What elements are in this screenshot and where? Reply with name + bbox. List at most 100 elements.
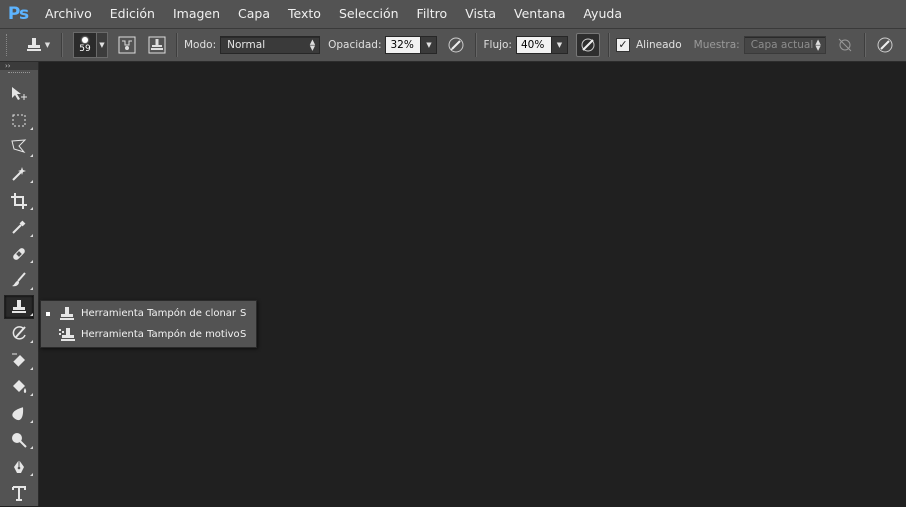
menu-bar: Ps Archivo Edición Imagen Capa Texto Sel…: [0, 0, 906, 29]
flyout-item-label: Herramienta Tampón de clonar: [81, 308, 237, 319]
brush-icon: [12, 272, 26, 287]
healing-brush-tool[interactable]: [0, 241, 38, 268]
toggle-brush-panel-button[interactable]: [116, 34, 138, 56]
toolbox-grip[interactable]: [8, 72, 30, 79]
sample-value: Capa actual: [750, 39, 814, 51]
more-tools-indicator: [30, 366, 33, 370]
more-tools-indicator: [30, 472, 33, 476]
clone-source-icon: [148, 36, 166, 54]
crop-tool[interactable]: [0, 187, 38, 214]
more-tools-indicator: [30, 446, 33, 450]
checkmark-icon: ✓: [618, 38, 628, 51]
sample-select[interactable]: Capa actual ▲ ▼: [743, 36, 826, 54]
flow-input[interactable]: 40%: [515, 36, 552, 54]
airbrush-toggle-button[interactable]: [575, 33, 600, 57]
crop-icon: [11, 192, 27, 209]
chevron-down-icon: ▼: [99, 41, 105, 49]
lasso-tool[interactable]: [0, 134, 38, 161]
menu-edicion[interactable]: Edición: [101, 0, 164, 28]
mode-value: Normal: [227, 39, 266, 51]
mode-label: Modo:: [184, 39, 217, 51]
magic-wand-tool[interactable]: [0, 161, 38, 188]
toolbox: ››: [0, 62, 39, 506]
updown-arrows-icon: ▲ ▼: [309, 38, 316, 52]
opacity-slider-button[interactable]: ▼: [421, 36, 438, 54]
chevron-down-icon: ▼: [556, 41, 563, 49]
menu-seleccion[interactable]: Selección: [330, 0, 408, 28]
brush-panel-icon: [118, 36, 136, 54]
more-tools-indicator: [30, 153, 33, 157]
rect-marquee-icon: [12, 114, 26, 127]
dodge-icon: [12, 433, 27, 448]
pressure-opacity-button[interactable]: [445, 34, 467, 56]
menu-texto[interactable]: Texto: [279, 0, 330, 28]
toolbox-collapse-button[interactable]: ››: [0, 62, 38, 70]
options-bar: ▼ 59 ▼ Modo: Normal ▲ ▼ Opacidad: 32% ▼ F…: [0, 29, 906, 62]
aligned-checkbox[interactable]: ✓: [615, 38, 630, 52]
brush-preset-dropdown[interactable]: ▼: [97, 32, 108, 58]
stamp-icon: [60, 306, 74, 320]
separator: [863, 33, 866, 57]
move-tool[interactable]: [0, 81, 38, 108]
options-bar-grip[interactable]: [6, 34, 13, 56]
paint-bucket-icon: [13, 379, 27, 393]
pressure-pen-icon: [448, 37, 464, 53]
brush-tip-icon: [82, 36, 88, 43]
more-tools-indicator: [30, 180, 33, 184]
menu-ayuda[interactable]: Ayuda: [574, 0, 631, 28]
opacity-input[interactable]: 32%: [385, 36, 422, 54]
menu-capa[interactable]: Capa: [229, 0, 279, 28]
flyout-item-clone-stamp[interactable]: Herramienta Tampón de clonar S: [41, 303, 256, 324]
move-icon: [12, 87, 27, 101]
ignore-adjustment-layers-button[interactable]: [834, 34, 856, 56]
toggle-clone-source-panel-button[interactable]: [146, 34, 168, 56]
flyout-item-shortcut: S: [240, 308, 247, 319]
pressure-size-button[interactable]: [874, 34, 896, 56]
flow-slider-button[interactable]: ▼: [551, 36, 568, 54]
document-canvas-area[interactable]: [39, 62, 906, 506]
aligned-label: Alineado: [635, 39, 682, 51]
pen-tool[interactable]: [0, 453, 38, 480]
tool-preset-picker[interactable]: ▼: [19, 33, 57, 57]
history-brush-tool[interactable]: [0, 320, 38, 347]
eyedropper-icon: [12, 220, 26, 234]
menu-archivo[interactable]: Archivo: [36, 0, 101, 28]
separator: [475, 33, 478, 57]
mode-select[interactable]: Normal ▲ ▼: [220, 36, 321, 54]
ignore-adjustment-icon: [838, 38, 852, 52]
airbrush-icon: [581, 38, 595, 52]
separator: [176, 33, 178, 57]
menu-vista[interactable]: Vista: [456, 0, 505, 28]
flyout-item-shortcut: S: [240, 329, 247, 340]
pen-icon: [14, 459, 24, 473]
clone-stamp-tool[interactable]: [0, 294, 38, 321]
eraser-tool[interactable]: [0, 347, 38, 374]
paint-bucket-tool[interactable]: [0, 374, 38, 401]
more-tools-indicator: [30, 313, 33, 317]
blur-tool[interactable]: [0, 400, 38, 427]
marquee-tool[interactable]: [0, 108, 38, 135]
chevron-down-icon: ▼: [426, 41, 432, 49]
menu-imagen[interactable]: Imagen: [164, 0, 229, 28]
type-icon: [12, 486, 26, 502]
flyout-item-pattern-stamp[interactable]: Herramienta Tampón de motivo S: [41, 324, 256, 345]
separator: [607, 33, 610, 57]
menu-filtro[interactable]: Filtro: [408, 0, 457, 28]
type-tool[interactable]: [0, 480, 38, 507]
app-logo[interactable]: Ps: [0, 0, 36, 28]
eraser-icon: [12, 353, 25, 368]
chevron-down-icon: ▼: [44, 41, 51, 49]
eyedropper-tool[interactable]: [0, 214, 38, 241]
brush-size-value: 59: [79, 43, 91, 54]
more-tools-indicator: [30, 206, 33, 210]
dodge-tool[interactable]: [0, 427, 38, 454]
pattern-stamp-icon: [59, 327, 75, 341]
separator: [61, 33, 63, 57]
bandage-icon: [13, 248, 25, 260]
brush-preset-picker[interactable]: 59: [73, 32, 97, 58]
more-tools-indicator: [30, 127, 33, 131]
stamp-icon: [26, 38, 41, 51]
menu-ventana[interactable]: Ventana: [505, 0, 574, 28]
more-tools-indicator: [30, 419, 33, 423]
brush-tool[interactable]: [0, 267, 38, 294]
